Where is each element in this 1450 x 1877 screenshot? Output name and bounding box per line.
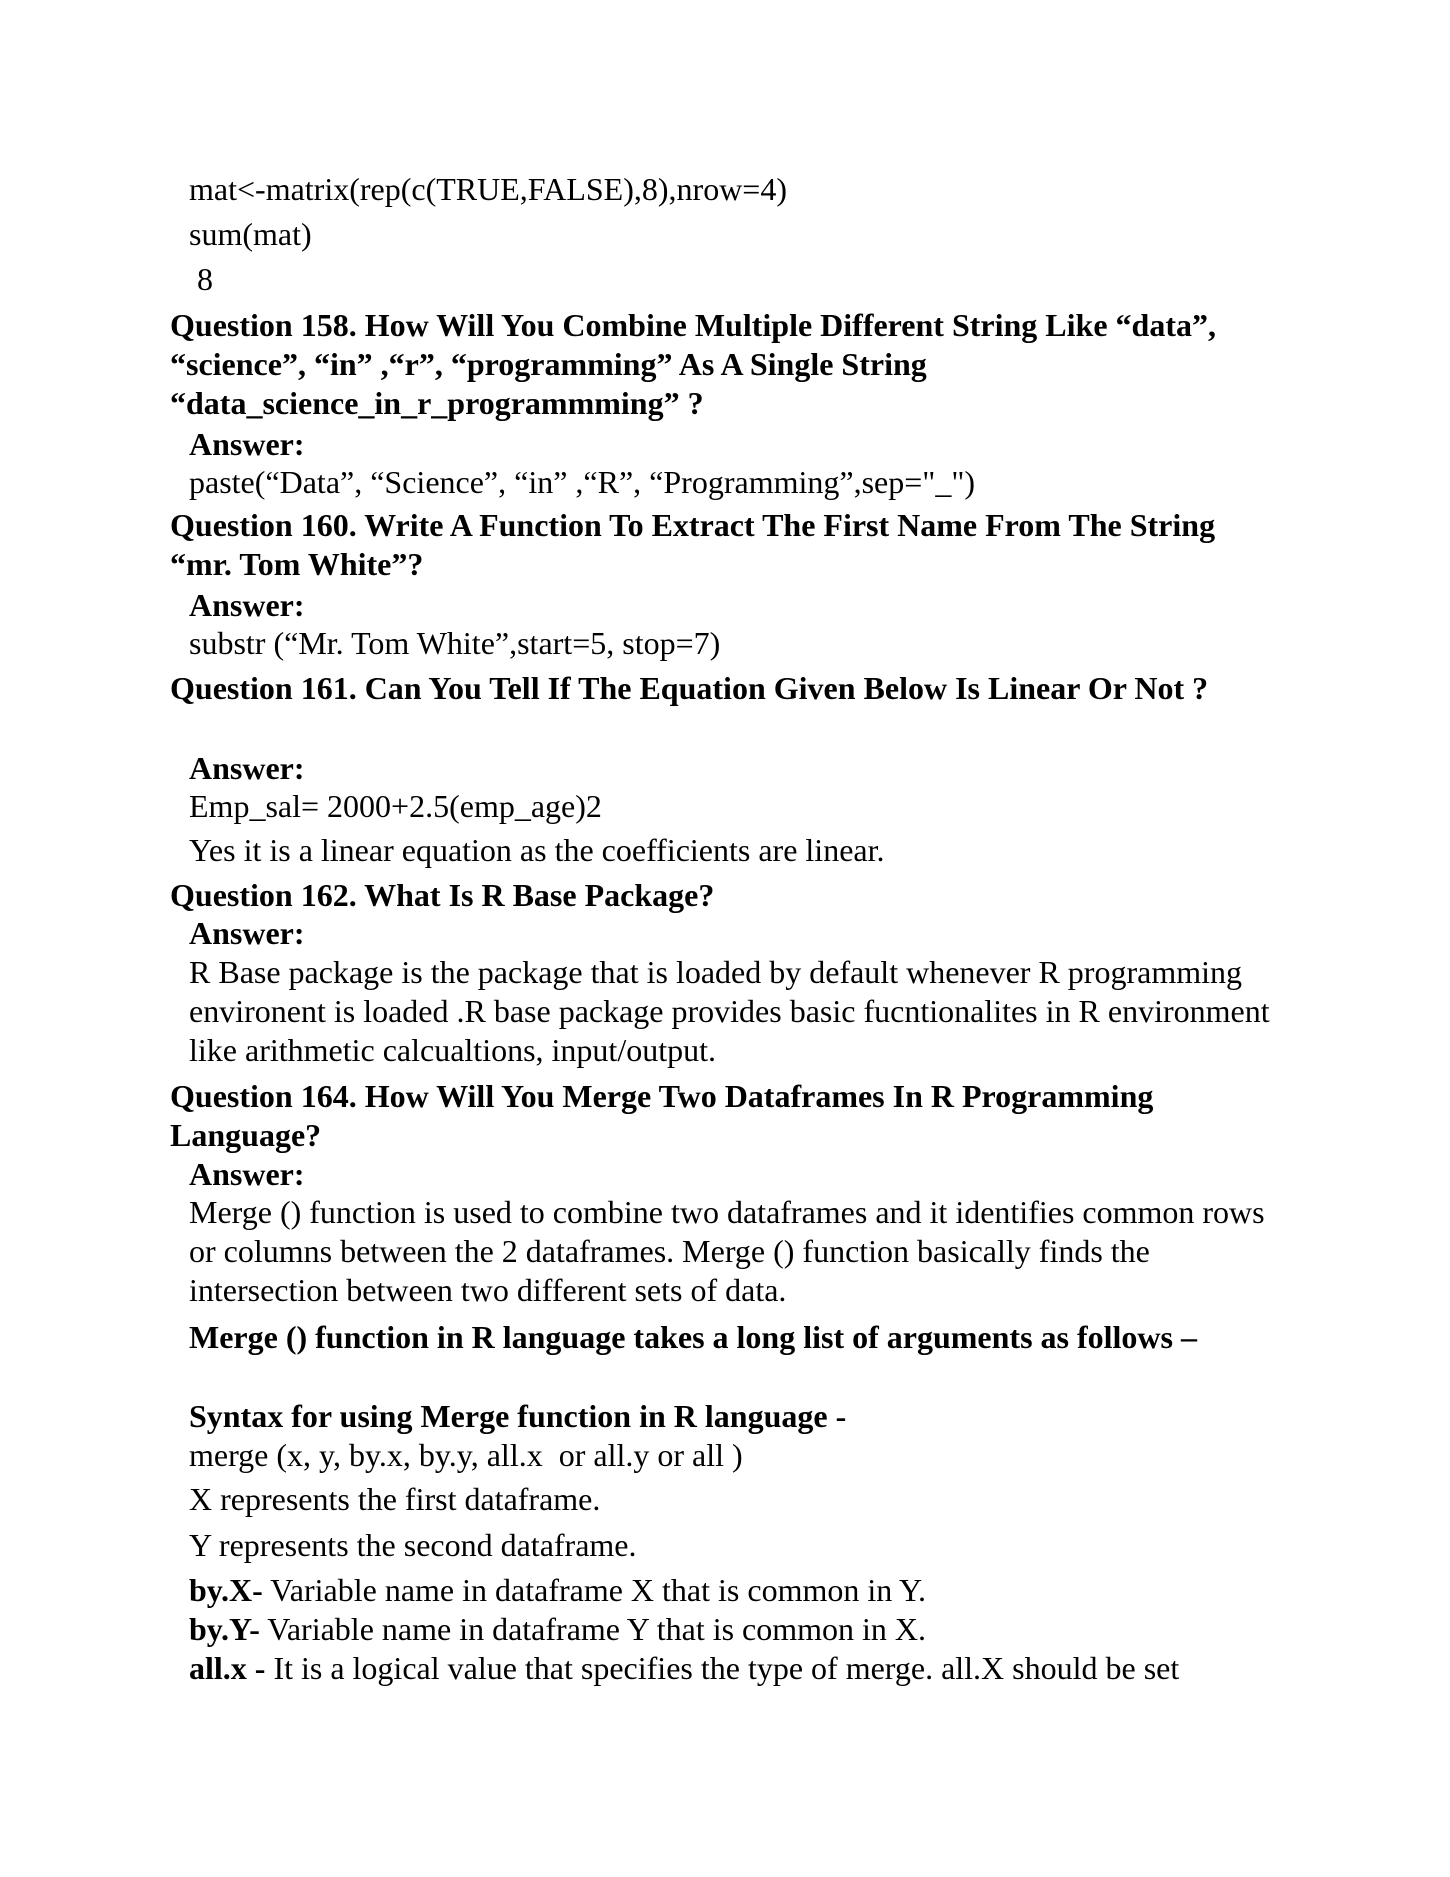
merge-byx-line: by.X- Variable name in dataframe X that … <box>189 1571 926 1609</box>
question-161-answer-label: Answer: <box>189 750 305 786</box>
merge-allx-line: all.x - It is a logical value that speci… <box>189 1649 1179 1687</box>
document-page: mat<-matrix(rep(c(TRUE,FALSE),8),nrow=4)… <box>0 0 1450 1877</box>
question-164-answer-label: Answer: <box>189 1156 305 1192</box>
question-161-heading: Question 161. Can You Tell If The Equati… <box>170 670 1209 706</box>
merge-byx-term: by.X- <box>189 1572 263 1608</box>
merge-allx-description: It is a logical value that specifies the… <box>265 1650 1180 1686</box>
merge-syntax-heading: Syntax for using Merge function in R lan… <box>189 1398 847 1434</box>
merge-byy-term: by.Y- <box>189 1611 260 1647</box>
code-line-matrix: mat<-matrix(rep(c(TRUE,FALSE),8),nrow=4) <box>189 171 787 207</box>
question-164-heading: Question 164. How Will You Merge Two Dat… <box>170 1078 1154 1153</box>
question-162-answer-text: R Base package is the package that is lo… <box>189 954 1270 1068</box>
question-161-equation: Emp_sal= 2000+2.5(emp_age)2 <box>189 788 602 824</box>
question-164-answer-text: Merge () function is used to combine two… <box>189 1194 1265 1308</box>
merge-byy-description: Variable name in dataframe Y that is com… <box>259 1611 927 1647</box>
merge-arguments-heading: Merge () function in R language takes a … <box>189 1319 1197 1355</box>
question-158-answer-code: paste(“Data”, “Science”, “in” ,“R”, “Pro… <box>189 464 976 500</box>
code-line-sum: sum(mat) <box>189 216 312 252</box>
merge-y-description: Y represents the second dataframe. <box>189 1527 637 1563</box>
question-160-answer-code: substr (“Mr. Tom White”,start=5, stop=7) <box>189 625 721 661</box>
question-161-explanation: Yes it is a linear equation as the coeff… <box>189 832 885 868</box>
question-162-answer-label: Answer: <box>189 915 305 951</box>
merge-byy-line: by.Y- Variable name in dataframe Y that … <box>189 1610 926 1648</box>
question-158-heading: Question 158. How Will You Combine Multi… <box>170 307 1216 421</box>
code-result: 8 <box>189 261 213 297</box>
merge-x-description: X represents the first dataframe. <box>189 1481 601 1517</box>
merge-byx-description: Variable name in dataframe X that is com… <box>262 1572 927 1608</box>
question-162-heading: Question 162. What Is R Base Package? <box>170 877 715 913</box>
merge-allx-term: all.x - <box>189 1650 266 1686</box>
question-158-answer-label: Answer: <box>189 426 305 462</box>
merge-syntax-code: merge (x, y, by.x, by.y, all.x or all.y … <box>189 1437 743 1473</box>
question-160-answer-label: Answer: <box>189 587 305 623</box>
question-160-heading: Question 160. Write A Function To Extrac… <box>170 507 1216 582</box>
